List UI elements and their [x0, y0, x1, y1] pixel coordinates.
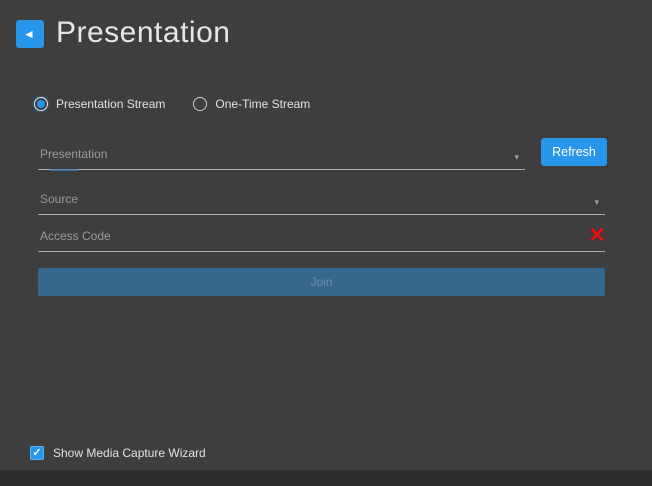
bottom-strip: [0, 470, 652, 486]
chevron-down-icon[interactable]: ▾: [594, 198, 599, 207]
access-code-field: [38, 222, 605, 252]
presentation-screen: ◄ Presentation Presentation Stream One-T…: [0, 0, 652, 486]
checkbox-checked-icon[interactable]: ✓: [30, 446, 44, 460]
back-arrow-icon: ◄: [23, 28, 35, 40]
radio-label: Presentation Stream: [56, 97, 165, 111]
presentation-dropdown: ▾: [38, 140, 525, 170]
validation-error-icon: ✕: [585, 224, 609, 248]
radio-presentation-stream[interactable]: Presentation Stream: [34, 97, 165, 111]
back-button[interactable]: ◄: [16, 20, 44, 48]
radio-unselected-icon: [193, 97, 207, 111]
chevron-down-icon[interactable]: ▾: [514, 153, 519, 162]
radio-label: One-Time Stream: [215, 97, 310, 111]
stream-type-radio-group: Presentation Stream One-Time Stream: [34, 96, 310, 112]
presentation-input[interactable]: [38, 140, 525, 170]
show-wizard-checkbox-row[interactable]: ✓ Show Media Capture Wizard: [30, 446, 206, 460]
radio-one-time-stream[interactable]: One-Time Stream: [193, 97, 310, 111]
radio-selected-icon: [34, 97, 48, 111]
focus-accent-bar: [50, 169, 78, 171]
page-title: Presentation: [56, 16, 230, 50]
source-dropdown: ▾: [38, 185, 605, 215]
source-input[interactable]: [38, 185, 605, 215]
check-icon: ✓: [32, 448, 41, 459]
wizard-checkbox-label: Show Media Capture Wizard: [53, 446, 206, 460]
refresh-button[interactable]: Refresh: [541, 138, 607, 166]
access-code-input[interactable]: [38, 222, 605, 252]
join-button[interactable]: Join: [38, 268, 605, 296]
